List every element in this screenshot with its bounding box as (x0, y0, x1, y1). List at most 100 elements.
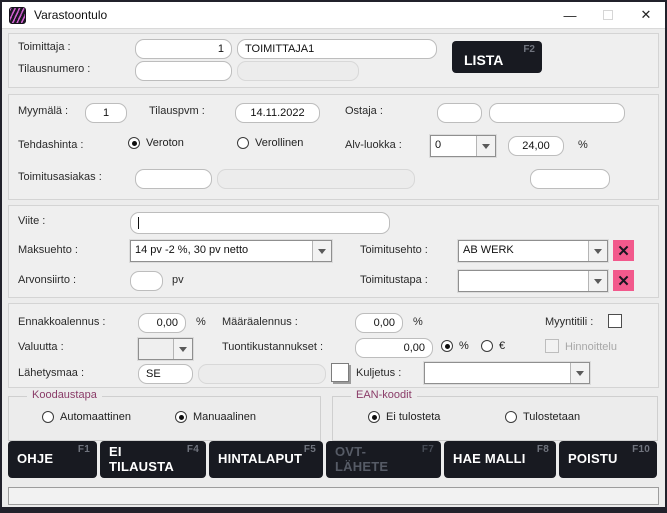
lista-fkey: F2 (523, 44, 535, 55)
maximize-button[interactable] (589, 2, 627, 28)
radio-automaattinen[interactable]: Automaattinen (42, 411, 131, 423)
radio-verollinen-icon (237, 137, 249, 149)
ovt-lahete-button[interactable]: OVT-LÄHETE F7 (326, 441, 441, 478)
lahetysmaa-list-button[interactable] (331, 363, 349, 382)
maaraalennus-sign: % (413, 316, 423, 328)
maaraalennus-label: Määräalennus : (222, 316, 298, 328)
radio-euro-label: € (499, 340, 505, 352)
myymala-field[interactable]: 1 (85, 103, 127, 123)
radio-ei-tulosteta[interactable]: Ei tulosteta (368, 411, 440, 423)
radio-percent-icon (441, 340, 453, 352)
toimitustapa-dropdown-button[interactable] (588, 271, 607, 291)
radio-automaattinen-label: Automaattinen (60, 411, 131, 423)
radio-tuonti-percent[interactable]: % (441, 340, 469, 352)
minimize-button[interactable]: — (551, 2, 589, 28)
arvonsiirto-field[interactable] (130, 271, 163, 291)
toimitusehto-clear-button[interactable]: ✕ (613, 240, 634, 261)
valuutta-value (139, 339, 173, 359)
poistu-button-label: POISTU (568, 452, 618, 467)
text-caret (138, 217, 139, 229)
radio-ei-tulosteta-label: Ei tulosteta (386, 411, 440, 423)
alv-luokka-value: 0 (431, 136, 476, 156)
radio-manuaalinen-icon (175, 411, 187, 423)
hae-malli-button-label: HAE MALLI (453, 452, 526, 467)
alv-luokka-dropdown-button[interactable] (476, 136, 495, 156)
titlebar: Varastoontulo — ✕ (2, 2, 665, 29)
tilauspvm-field[interactable]: 14.11.2022 (235, 103, 320, 123)
alv-percent-field[interactable]: 24,00 (508, 136, 564, 156)
toimittaja-code-field[interactable]: 1 (135, 39, 232, 59)
chevron-down-icon (318, 249, 326, 254)
toimitusasiakas-extra-field[interactable] (530, 169, 610, 189)
kuljetus-value (425, 363, 570, 383)
radio-veroton-icon (128, 137, 140, 149)
kuljetus-dropdown-button[interactable] (570, 363, 589, 383)
radio-veroton[interactable]: Veroton (128, 137, 184, 149)
ostaja-code-field[interactable] (437, 103, 482, 123)
tilausnumero-name-field (237, 61, 359, 81)
toimitusehto-dropdown-button[interactable] (588, 241, 607, 261)
tuontikustannukset-label: Tuontikustannukset : (222, 341, 323, 353)
ostaja-name-field[interactable] (489, 103, 625, 123)
hintalaput-button-label: HINTALAPUT (218, 452, 302, 467)
chevron-down-icon (576, 371, 584, 376)
lahetysmaa-field[interactable]: SE (138, 364, 193, 384)
tilausnumero-label: Tilausnumero : (18, 63, 90, 75)
status-bar (8, 487, 659, 505)
maksuehto-value: 14 pv -2 %, 30 pv netto (131, 241, 312, 261)
lista-button[interactable]: LISTA F2 (452, 41, 542, 73)
chevron-down-icon (482, 144, 490, 149)
toimitustapa-label: Toimitustapa : (360, 274, 428, 286)
radio-verollinen[interactable]: Verollinen (237, 137, 303, 149)
toimittaja-name-field[interactable]: TOIMITTAJA1 (237, 39, 437, 59)
ei-tilausta-button[interactable]: EI TILAUSTA F4 (100, 441, 206, 478)
myymala-label: Myymälä : (18, 105, 68, 117)
tilausnumero-field[interactable] (135, 61, 232, 81)
hae-malli-button[interactable]: HAE MALLI F8 (444, 441, 556, 478)
maksuehto-dropdown-button[interactable] (312, 241, 331, 261)
ovt-lahete-button-label: OVT-LÄHETE (335, 445, 415, 475)
maksuehto-select[interactable]: 14 pv -2 %, 30 pv netto (130, 240, 332, 262)
maaraalennus-field[interactable]: 0,00 (355, 313, 403, 333)
toimitusehto-label: Toimitusehto : (360, 244, 428, 256)
tuontikustannukset-field[interactable]: 0,00 (355, 338, 433, 358)
valuutta-dropdown-button[interactable] (173, 339, 192, 359)
viite-field[interactable] (130, 212, 390, 234)
radio-tulostetaan[interactable]: Tulostetaan (505, 411, 580, 423)
toimittaja-label: Toimittaja : (18, 41, 71, 53)
radio-manuaalinen[interactable]: Manuaalinen (175, 411, 256, 423)
toimitustapa-clear-button[interactable]: ✕ (613, 270, 634, 291)
poistu-button[interactable]: POISTU F10 (559, 441, 657, 478)
ennakkoalennus-field[interactable]: 0,00 (138, 313, 186, 333)
toimitusasiakas-code-field[interactable] (135, 169, 212, 189)
alv-luokka-label: Alv-luokka : (345, 139, 402, 151)
toimitustapa-value (459, 271, 588, 291)
chevron-down-icon (594, 279, 602, 284)
ei-tilausta-button-label: EI TILAUSTA (109, 445, 180, 475)
toimitusehto-select[interactable]: AB WERK (458, 240, 608, 262)
toimitusasiakas-label: Toimitusasiakas : (18, 171, 102, 183)
lahetysmaa-name-field (198, 364, 326, 384)
hintalaput-button[interactable]: HINTALAPUT F5 (209, 441, 323, 478)
ohje-button[interactable]: OHJE F1 (8, 441, 97, 478)
valuutta-select[interactable] (138, 338, 193, 360)
ean-koodit-title: EAN-koodit (351, 389, 417, 401)
alv-luokka-select[interactable]: 0 (430, 135, 496, 157)
radio-ei-tulosteta-icon (368, 411, 380, 423)
ei-tilausta-fkey: F4 (187, 444, 199, 456)
hinnoittelu-checkbox (545, 339, 559, 353)
arvonsiirto-label: Arvonsiirto : (18, 274, 76, 286)
kuljetus-select[interactable] (424, 362, 590, 384)
myyntitili-checkbox[interactable] (608, 314, 622, 328)
radio-tuonti-euro[interactable]: € (481, 340, 505, 352)
ennakkoalennus-label: Ennakkoalennus : (18, 316, 105, 328)
varastoontulo-window: Varastoontulo — ✕ Toimittaja : 1 TOIMITT… (0, 0, 667, 513)
radio-percent-label: % (459, 340, 469, 352)
window-bottom-border (0, 507, 667, 513)
viite-label: Viite : (18, 215, 45, 227)
arvonsiirto-unit-label: pv (172, 274, 184, 286)
hinnoittelu-label: Hinnoittelu (565, 341, 617, 353)
toimitustapa-select[interactable] (458, 270, 608, 292)
radio-euro-icon (481, 340, 493, 352)
close-button[interactable]: ✕ (627, 2, 665, 28)
